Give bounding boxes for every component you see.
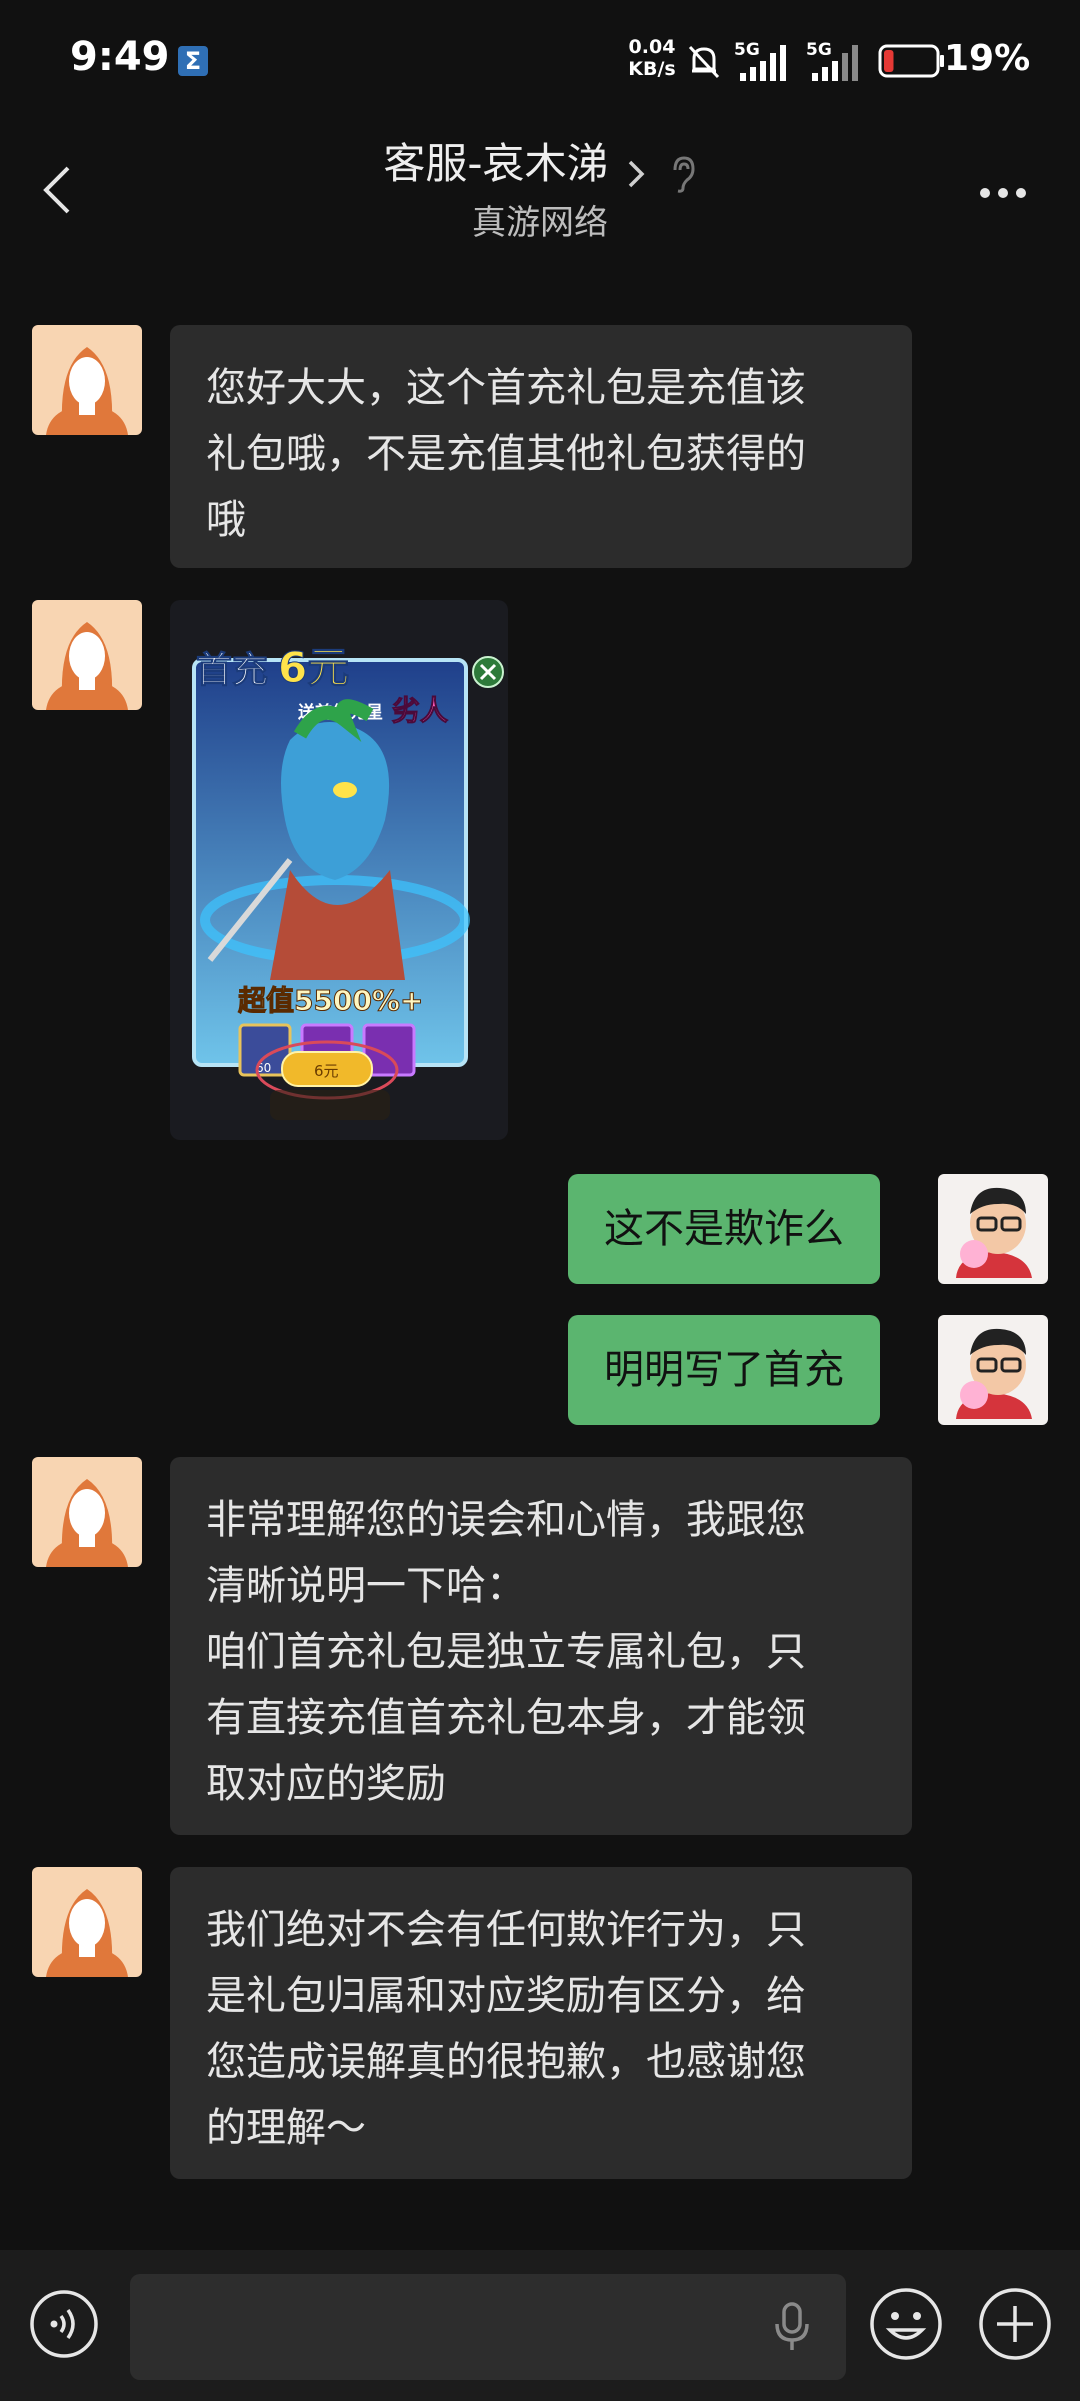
female-avatar-icon [32,325,142,435]
message-bubble-outgoing[interactable]: 这不是欺诈么 [568,1174,880,1284]
message-line: 您造成误解真的很抱歉，也感谢您 [206,2039,806,2085]
message-line: 您好大大，这个首充礼包是充值该 [206,365,806,411]
female-avatar-icon [32,1867,142,1977]
more-options-icon[interactable] [978,186,1028,200]
message-bubble-incoming[interactable]: 非常理解您的误会和心情，我跟您 清晰说明一下哈： 咱们首充礼包是独立专属礼包，只… [170,1457,912,1835]
chat-input-bar [0,2250,1080,2401]
agent-avatar[interactable] [32,325,142,435]
message-line: 非常理解您的误会和心情，我跟您 [206,1497,806,1543]
chat-subtitle: 真游网络 [472,203,608,243]
network-speed-value: 0.04 [628,36,676,58]
message-line: 我们绝对不会有任何欺诈行为，只 [206,1907,806,1953]
message-line: 有直接充值首充礼包本身，才能领 [206,1695,806,1741]
female-avatar-icon [32,1457,142,1567]
gift-price-button: 6元 [314,1062,339,1080]
sigma-app-icon: Σ [178,46,208,76]
signal-2-label: 5G [806,40,832,60]
message-line: 取对应的奖励 [206,1761,446,1807]
network-speed-unit: KB/s [628,58,676,80]
battery-icon [878,44,944,78]
message-bubble-outgoing[interactable]: 明明写了首充 [568,1315,880,1425]
first-recharge-gift-image: 首充 6元 送首领克星 劣人 超值5500%+ 60 6元 [170,600,508,1140]
message-line: 清晰说明一下哈： [206,1563,526,1609]
chat-title[interactable]: 客服-哀木涕 [383,130,608,191]
battery-percentage: 19% [944,38,1031,79]
mute-bell-icon [688,45,720,79]
status-icons: 5G 5G [684,38,946,84]
message-bubble-incoming[interactable]: 您好大大，这个首充礼包是充值该 礼包哦，不是充值其他礼包获得的 哦 [170,325,912,568]
gift-value-text: 超值5500%+ [238,984,423,1017]
message-text: 明明写了首充 [604,1347,844,1393]
message-text: 这不是欺诈么 [604,1206,844,1252]
user-avatar[interactable] [938,1315,1048,1425]
message-line: 咱们首充礼包是独立专属礼包，只 [206,1629,806,1675]
agent-avatar[interactable] [32,1457,142,1567]
male-avatar-icon [938,1315,1048,1425]
male-avatar-icon [938,1174,1048,1284]
signal-5g-icon-1: 5G [734,40,786,81]
add-more-icon[interactable] [977,2286,1053,2362]
gift-title-main: 首充 [196,650,268,691]
chevron-right-icon[interactable] [624,156,648,192]
status-time: 9:49 [70,34,170,80]
message-line: 哦 [206,497,246,543]
microphone-icon[interactable] [772,2300,812,2354]
chat-title-row[interactable]: 客服-哀木涕 [0,130,1080,194]
message-line: 的理解～ [206,2105,366,2151]
message-line: 礼包哦，不是充值其他礼包获得的 [206,431,806,477]
agent-avatar[interactable] [32,600,142,710]
female-avatar-icon [32,600,142,710]
message-bubble-incoming[interactable]: 我们绝对不会有任何欺诈行为，只 是礼包归属和对应奖励有区分，给 您造成误解真的很… [170,1867,912,2179]
voice-mode-icon[interactable] [28,2288,100,2360]
gift-title-amount: 6元 [278,643,349,692]
agent-avatar[interactable] [32,1867,142,1977]
message-line: 是礼包归属和对应奖励有区分，给 [206,1973,806,2019]
user-avatar[interactable] [938,1174,1048,1284]
ear-icon [673,155,695,193]
network-speed: 0.04 KB/s [624,36,680,80]
signal-5g-icon-2: 5G [806,40,858,81]
emoji-icon[interactable] [868,2286,944,2362]
game-screenshot-image[interactable]: 首充 6元 送首领克星 劣人 超值5500%+ 60 6元 [170,600,508,1140]
chat-header: 客服-哀木涕 真游网络 [0,120,1080,270]
gift-hero-name: 劣人 [392,694,448,727]
status-bar: 9:49 Σ 0.04 KB/s 5G 5G 19% [0,0,1080,120]
message-input[interactable] [130,2274,846,2380]
signal-1-label: 5G [734,40,760,60]
